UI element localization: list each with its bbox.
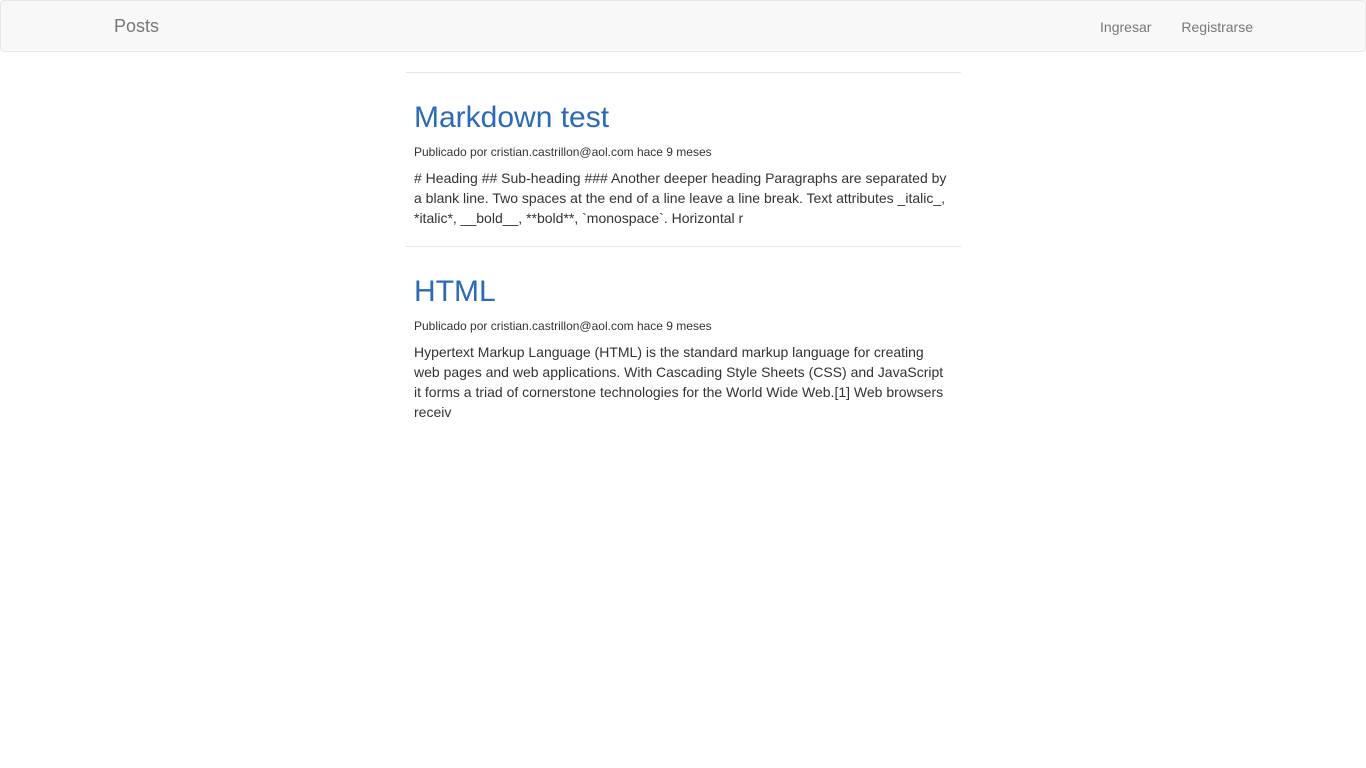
post-meta: Publicado por cristian.castrillon@aol.co…: [414, 145, 712, 159]
post-meta: Publicado por cristian.castrillon@aol.co…: [414, 319, 712, 333]
post-excerpt: Hypertext Markup Language (HTML) is the …: [414, 344, 944, 420]
nav-links: Ingresar Registrarse: [1100, 18, 1253, 36]
brand-link[interactable]: Posts: [114, 16, 159, 36]
post-item: HTML Publicado por cristian.castrillon@a…: [406, 246, 961, 422]
post-title-link[interactable]: Markdown test: [414, 99, 953, 137]
login-link[interactable]: Ingresar: [1100, 18, 1151, 36]
post-title-link[interactable]: HTML: [414, 273, 953, 311]
post-excerpt: # Heading ## Sub-heading ### Another dee…: [414, 170, 947, 226]
post-item: Markdown test Publicado por cristian.cas…: [406, 72, 961, 228]
register-link[interactable]: Registrarse: [1181, 18, 1253, 36]
top-navbar: Posts Ingresar Registrarse: [0, 0, 1366, 52]
posts-list: Markdown test Publicado por cristian.cas…: [406, 72, 961, 422]
